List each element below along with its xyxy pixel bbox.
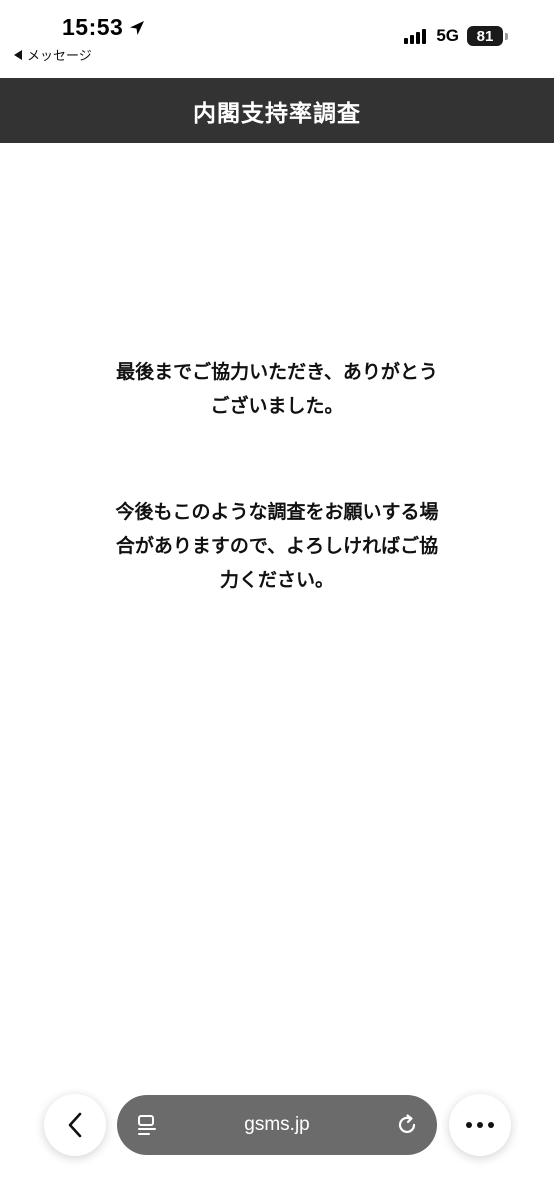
page-menu-icon[interactable] (137, 1114, 159, 1136)
status-indicators: 5G 81 (404, 26, 508, 46)
back-button[interactable] (44, 1094, 106, 1156)
status-bar: 15:53 メッセージ 5G 81 (0, 0, 554, 78)
main-content: 最後までご協力いただき、ありがとうございました。 今後もこのような調査をお願いす… (0, 355, 554, 597)
battery-tip (505, 32, 508, 40)
address-bar[interactable]: gsms.jp (117, 1095, 437, 1155)
page-header: 内閣支持率調査 (0, 78, 554, 143)
thanks-message: 最後までご協力いただき、ありがとうございました。 (116, 361, 438, 417)
back-triangle-icon (14, 49, 22, 60)
future-message: 今後もこのような調査をお願いする場合がありますので、よろしければご協力ください。 (115, 501, 439, 591)
back-chevron-icon (68, 1112, 82, 1138)
location-arrow-icon (130, 20, 145, 35)
url-text: gsms.jp (244, 1114, 310, 1135)
battery-level: 81 (476, 27, 494, 45)
reload-icon[interactable] (395, 1113, 419, 1137)
back-to-app-button[interactable]: メッセージ (14, 45, 92, 64)
cellular-signal-icon (404, 28, 428, 44)
network-type: 5G (436, 26, 459, 45)
clock: 15:53 (62, 14, 145, 41)
back-app-label: メッセージ (27, 49, 92, 64)
page-title: 内閣支持率調査 (193, 100, 361, 127)
battery-icon: 81 (467, 26, 503, 46)
more-icon (466, 1122, 494, 1128)
time-text: 15:53 (62, 14, 124, 40)
browser-toolbar: gsms.jp (0, 1094, 554, 1158)
more-button[interactable] (449, 1094, 511, 1156)
